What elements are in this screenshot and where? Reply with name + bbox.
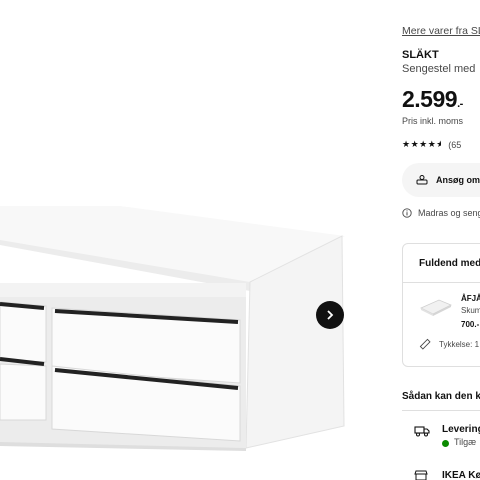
- delivery-option-label[interactable]: Levering: [442, 424, 480, 435]
- star-rating-icon: ★★★★★: [402, 139, 442, 149]
- next-image-button[interactable]: [316, 301, 344, 329]
- complete-with-title: Fuldend med: [419, 258, 480, 269]
- rating[interactable]: ★★★★★ (65: [402, 139, 461, 150]
- product-info-panel: Mere varer fra SL SLÄKT Sengestel med 2.…: [384, 0, 480, 480]
- section-divider: [402, 410, 480, 411]
- store-name[interactable]: IKEA Kø: [442, 470, 480, 480]
- truck-icon: [414, 426, 430, 437]
- ruler-icon: [419, 338, 431, 350]
- complete-item-desc: Skum: [461, 306, 480, 315]
- product-price: 2.599.-: [402, 86, 463, 113]
- product-image: [0, 206, 345, 451]
- chevron-right-icon: [327, 310, 334, 320]
- product-description: Sengestel med: [402, 63, 476, 75]
- info-note: Madras og seng: [402, 208, 480, 218]
- info-note-text: Madras og seng: [418, 208, 480, 218]
- vat-note: Pris inkl. moms: [402, 116, 464, 126]
- price-main: 2.599: [402, 86, 458, 112]
- store-icon: [414, 470, 428, 480]
- complete-with-card[interactable]: Fuldend med ÅFJÅ Skum 700.- Tykkelse: 1: [402, 243, 480, 367]
- apply-financing-label: Ansøg om: [436, 175, 480, 185]
- card-divider: [403, 282, 480, 283]
- product-gallery: [0, 0, 384, 480]
- mattress-thumbnail: [420, 299, 452, 316]
- complete-item-thickness: Tykkelse: 1: [439, 340, 480, 349]
- availability-dot: [442, 440, 449, 447]
- money-icon: [416, 175, 428, 185]
- price-suffix: .-: [457, 98, 463, 110]
- complete-item-name: ÅFJÅ: [461, 294, 480, 303]
- availability-text: Tilgæ: [454, 437, 477, 447]
- delivery-heading: Sådan kan den k: [402, 391, 480, 402]
- info-icon: [402, 208, 412, 218]
- review-count: (65: [448, 139, 462, 150]
- complete-item-price: 700.-: [461, 320, 480, 329]
- apply-financing-button[interactable]: Ansøg om: [402, 163, 480, 197]
- product-name: SLÄKT: [402, 49, 439, 61]
- more-products-link[interactable]: Mere varer fra SL: [402, 25, 480, 37]
